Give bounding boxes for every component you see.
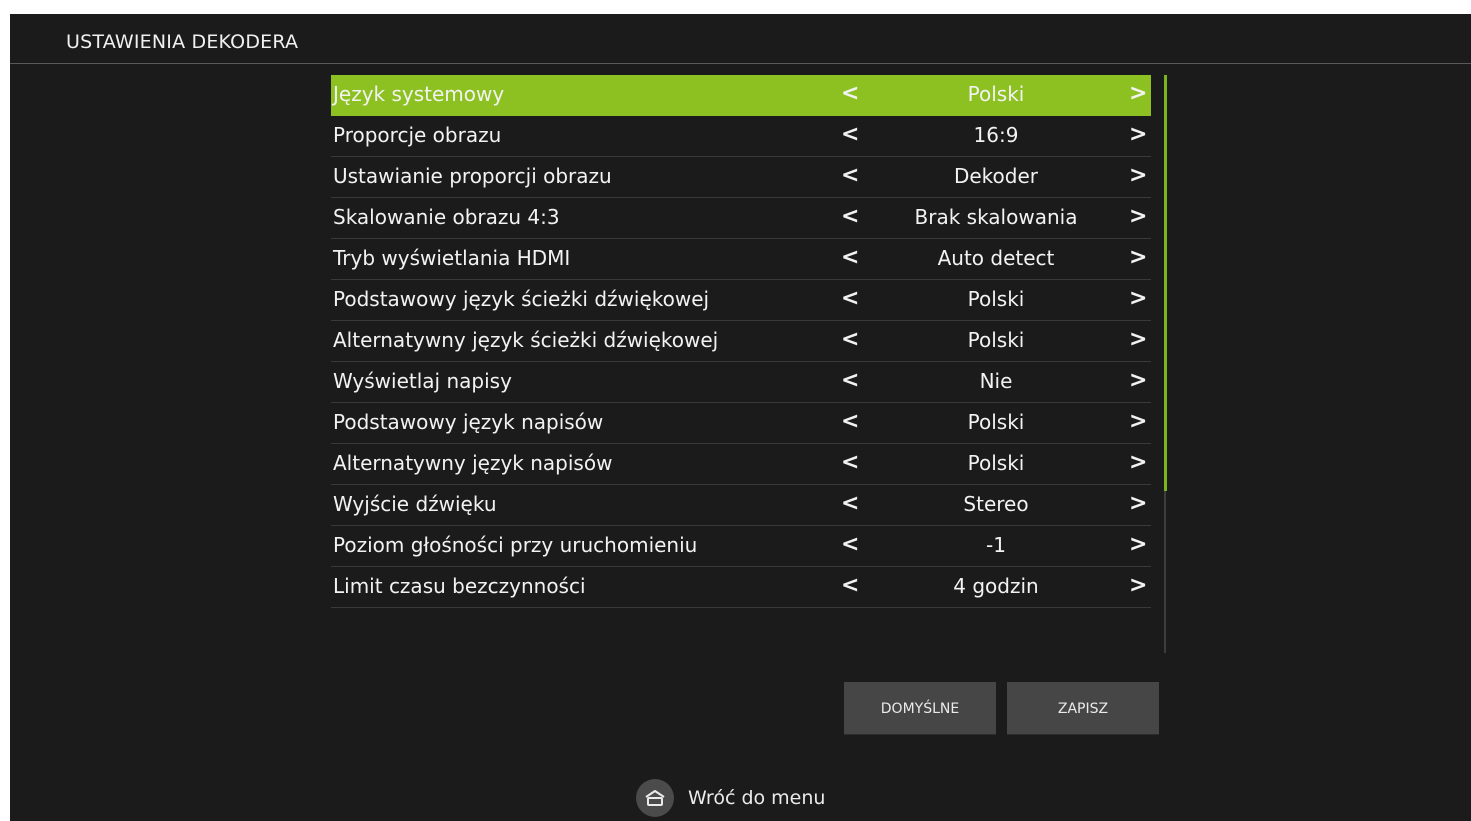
page-title: USTAWIENIA DEKODERA xyxy=(66,31,299,53)
setting-value: -1 xyxy=(986,533,1006,557)
setting-row[interactable]: Wyjście dźwięku < Stereo > xyxy=(331,485,1151,526)
scrollbar-thumb[interactable] xyxy=(1164,75,1167,491)
chevron-left-icon[interactable]: < xyxy=(841,286,859,312)
chevron-right-icon[interactable]: > xyxy=(1129,368,1147,394)
setting-label: Język systemowy xyxy=(333,82,505,106)
chevron-right-icon[interactable]: > xyxy=(1129,327,1147,353)
setting-row[interactable]: Wyświetlaj napisy < Nie > xyxy=(331,362,1151,403)
setting-row[interactable]: Alternatywny język napisów < Polski > xyxy=(331,444,1151,485)
chevron-right-icon[interactable]: > xyxy=(1129,532,1147,558)
setting-label: Tryb wyświetlania HDMI xyxy=(333,246,571,270)
setting-row[interactable]: Ustawianie proporcji obrazu < Dekoder > xyxy=(331,157,1151,198)
home-icon xyxy=(636,779,674,817)
setting-row[interactable]: Podstawowy język napisów < Polski > xyxy=(331,403,1151,444)
chevron-left-icon[interactable]: < xyxy=(841,450,859,476)
chevron-left-icon[interactable]: < xyxy=(841,81,859,107)
setting-label: Ustawianie proporcji obrazu xyxy=(333,164,612,188)
chevron-left-icon[interactable]: < xyxy=(841,327,859,353)
chevron-right-icon[interactable]: > xyxy=(1129,163,1147,189)
chevron-left-icon[interactable]: < xyxy=(841,245,859,271)
chevron-right-icon[interactable]: > xyxy=(1129,204,1147,230)
chevron-right-icon[interactable]: > xyxy=(1129,245,1147,271)
setting-value: Dekoder xyxy=(953,164,1039,188)
back-label: Wróć do menu xyxy=(688,787,826,809)
setting-label: Podstawowy język ścieżki dźwiękowej xyxy=(333,287,710,311)
back-to-menu-hint[interactable]: Wróć do menu xyxy=(636,778,825,818)
chevron-left-icon[interactable]: < xyxy=(841,573,859,599)
default-button[interactable]: DOMYŚLNE xyxy=(844,682,996,735)
setting-value: Auto detect xyxy=(937,246,1055,270)
setting-value: Polski xyxy=(967,328,1025,352)
setting-value: Polski xyxy=(967,287,1025,311)
setting-row[interactable]: Język systemowy < Polski > xyxy=(331,75,1151,116)
chevron-right-icon[interactable]: > xyxy=(1129,573,1147,599)
setting-row[interactable]: Podstawowy język ścieżki dźwiękowej < Pols… xyxy=(331,280,1151,321)
setting-row[interactable]: Limit czasu bezczynności <4 godzin > xyxy=(331,567,1151,608)
setting-label: Wyświetlaj napisy xyxy=(333,369,512,393)
home-glyph xyxy=(645,790,665,806)
scrollbar-track[interactable] xyxy=(1164,75,1167,653)
chevron-right-icon[interactable]: > xyxy=(1129,286,1147,312)
settings-list: Język systemowy < Polski > Proporcje obrazu <… xyxy=(331,75,1151,608)
setting-value: Polski xyxy=(967,82,1025,106)
setting-label: Alternatywny język ścieżki dźwiękowej xyxy=(333,328,719,352)
setting-value: Polski xyxy=(967,451,1025,475)
setting-label: Alternatywny język napisów xyxy=(333,451,613,475)
setting-value: Stereo xyxy=(963,492,1029,516)
setting-row[interactable]: Alternatywny język ścieżki dźwiękowej < Po… xyxy=(331,321,1151,362)
setting-value: 16:9 xyxy=(973,123,1019,147)
setting-value: 4 godzin xyxy=(953,574,1039,598)
setting-label: Limit czasu bezczynności xyxy=(333,574,586,598)
chevron-right-icon[interactable]: > xyxy=(1129,450,1147,476)
chevron-left-icon[interactable]: < xyxy=(841,204,859,230)
chevron-left-icon[interactable]: < xyxy=(841,491,859,517)
chevron-left-icon[interactable]: < xyxy=(841,163,859,189)
setting-label: Skalowanie obrazu 4:3 xyxy=(333,205,560,229)
setting-value: Nie xyxy=(979,369,1013,393)
save-button[interactable]: ZAPISZ xyxy=(1007,682,1159,735)
chevron-right-icon[interactable]: > xyxy=(1129,81,1147,107)
setting-label: Podstawowy język napisów xyxy=(333,410,604,434)
chevron-left-icon[interactable]: < xyxy=(841,122,859,148)
setting-value: Brak skalowania xyxy=(914,205,1078,229)
chevron-left-icon[interactable]: < xyxy=(841,368,859,394)
setting-row[interactable]: Poziom głośności przy uruchomieniu < -1 > xyxy=(331,526,1151,567)
setting-value: Polski xyxy=(967,410,1025,434)
chevron-right-icon[interactable]: > xyxy=(1129,122,1147,148)
setting-row[interactable]: Tryb wyświetlania HDMI < Auto detect > xyxy=(331,239,1151,280)
chevron-right-icon[interactable]: > xyxy=(1129,409,1147,435)
chevron-left-icon[interactable]: < xyxy=(841,532,859,558)
chevron-right-icon[interactable]: > xyxy=(1129,491,1147,517)
chevron-left-icon[interactable]: < xyxy=(841,409,859,435)
setting-label: Poziom głośności przy uruchomieniu xyxy=(333,533,698,557)
settings-screen: USTAWIENIA DEKODERA Język systemowy < Pols… xyxy=(10,14,1471,821)
setting-row[interactable]: Skalowanie obrazu 4:3 < Brak skalowania > xyxy=(331,198,1151,239)
setting-label: Wyjście dźwięku xyxy=(333,492,497,516)
setting-label: Proporcje obrazu xyxy=(333,123,502,147)
setting-row[interactable]: Proporcje obrazu <16:9 > xyxy=(331,116,1151,157)
header-divider xyxy=(10,63,1471,64)
